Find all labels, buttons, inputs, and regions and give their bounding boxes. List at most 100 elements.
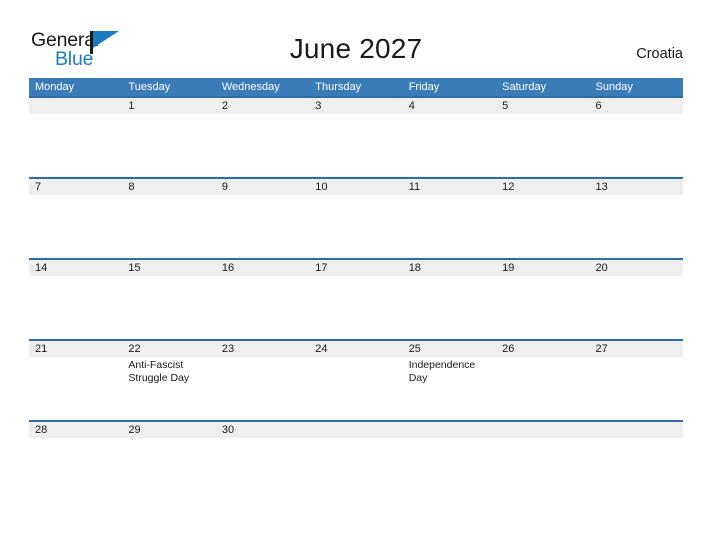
day-number: 2 xyxy=(221,100,228,112)
day-cell-15[interactable]: 15 xyxy=(122,260,215,276)
calendar-week-row: 1 2 3 4 5 6 xyxy=(29,96,683,177)
day-events-empty xyxy=(29,195,122,258)
day-of-week-saturday: Saturday xyxy=(502,81,547,93)
day-events-25[interactable]: Independence Day xyxy=(403,357,496,420)
day-cell-empty xyxy=(29,98,122,114)
day-events-empty xyxy=(496,438,589,501)
day-cell-26[interactable]: 26 xyxy=(496,341,589,357)
day-events-empty xyxy=(590,438,683,501)
day-events-empty xyxy=(309,438,402,501)
week-event-body xyxy=(29,438,683,501)
day-events-empty xyxy=(309,114,402,177)
day-of-week-tuesday: Tuesday xyxy=(128,81,171,93)
day-events-empty xyxy=(403,114,496,177)
day-cell-9[interactable]: 9 xyxy=(216,179,309,195)
day-number: 7 xyxy=(35,181,42,193)
day-number: 28 xyxy=(35,424,48,436)
calendar-week-row: 14 15 16 17 18 19 20 xyxy=(29,258,683,339)
week-date-band: 1 2 3 4 5 6 xyxy=(29,98,683,114)
week-event-body xyxy=(29,195,683,258)
day-number: 15 xyxy=(128,262,141,274)
week-event-body: Anti-Fascist Struggle Day Independence Da… xyxy=(29,357,683,420)
day-cell-empty xyxy=(309,422,402,438)
page-title: June 2027 xyxy=(289,33,423,64)
day-cell-4[interactable]: 4 xyxy=(403,98,496,114)
calendar-week-row: 21 22 23 24 25 26 27 Anti-Fascist Struggle Day I… xyxy=(29,339,683,420)
day-cell-empty xyxy=(590,422,683,438)
day-events-empty xyxy=(496,195,589,258)
day-number: 26 xyxy=(502,343,515,355)
day-events-empty xyxy=(122,438,215,501)
day-cell-1[interactable]: 1 xyxy=(122,98,215,114)
day-cell-7[interactable]: 7 xyxy=(29,179,122,195)
calendar-week-row: 7 8 9 10 11 12 13 xyxy=(29,177,683,258)
day-cell-21[interactable]: 21 xyxy=(29,341,122,357)
day-cell-17[interactable]: 17 xyxy=(309,260,402,276)
day-number: 11 xyxy=(408,181,421,193)
day-events-empty xyxy=(309,195,402,258)
day-number: 17 xyxy=(315,262,328,274)
day-cell-10[interactable]: 10 xyxy=(309,179,402,195)
day-cell-18[interactable]: 18 xyxy=(403,260,496,276)
day-events-empty xyxy=(29,276,122,339)
day-cell-16[interactable]: 16 xyxy=(216,260,309,276)
day-events-empty xyxy=(216,438,309,501)
day-cell-20[interactable]: 20 xyxy=(590,260,683,276)
day-number: 5 xyxy=(502,100,509,112)
day-events-empty xyxy=(496,114,589,177)
day-number: 4 xyxy=(408,100,415,112)
day-cell-24[interactable]: 24 xyxy=(309,341,402,357)
day-events-empty xyxy=(590,195,683,258)
day-number: 27 xyxy=(595,343,608,355)
day-cell-30[interactable]: 30 xyxy=(216,422,309,438)
day-number: 18 xyxy=(408,262,421,274)
day-events-empty xyxy=(309,357,402,420)
day-cell-14[interactable]: 14 xyxy=(29,260,122,276)
day-events-empty xyxy=(590,357,683,420)
day-events-empty xyxy=(29,357,122,420)
day-number: 10 xyxy=(315,181,328,193)
week-date-band: 14 15 16 17 18 19 20 xyxy=(29,260,683,276)
day-cell-22[interactable]: 22 xyxy=(122,341,215,357)
day-number: 12 xyxy=(502,181,515,193)
day-cell-25[interactable]: 25 xyxy=(403,341,496,357)
day-cell-5[interactable]: 5 xyxy=(496,98,589,114)
day-number: 16 xyxy=(221,262,235,274)
day-events-empty xyxy=(122,276,215,339)
day-cell-29[interactable]: 29 xyxy=(122,422,215,438)
day-cell-6[interactable]: 6 xyxy=(590,98,683,114)
day-cell-13[interactable]: 13 xyxy=(590,179,683,195)
day-events-empty xyxy=(29,114,122,177)
day-cell-19[interactable]: 19 xyxy=(496,260,589,276)
week-event-body xyxy=(29,114,683,177)
day-number: 6 xyxy=(595,100,602,112)
day-cell-2[interactable]: 2 xyxy=(216,98,309,114)
day-of-week-friday: Friday xyxy=(408,81,440,93)
day-cell-27[interactable]: 27 xyxy=(590,341,683,357)
day-events-22[interactable]: Anti-Fascist Struggle Day xyxy=(122,357,215,420)
day-cell-28[interactable]: 28 xyxy=(29,422,122,438)
week-date-band: 28 29 30 xyxy=(29,422,683,438)
day-number: 19 xyxy=(502,262,515,274)
page-header: General Blue June 2027 Croatia xyxy=(0,0,712,78)
day-of-week-sunday: Sunday xyxy=(595,81,633,93)
day-events-empty xyxy=(590,114,683,177)
day-cell-3[interactable]: 3 xyxy=(309,98,402,114)
day-events-empty xyxy=(216,114,309,177)
day-events-empty xyxy=(122,114,215,177)
day-of-week-wednesday: Wednesday xyxy=(221,81,280,93)
day-number: 29 xyxy=(128,424,141,436)
day-number: 21 xyxy=(35,343,48,355)
day-number: 25 xyxy=(408,343,421,355)
country-label: Croatia xyxy=(636,46,683,62)
day-cell-11[interactable]: 11 xyxy=(403,179,496,195)
day-events-empty xyxy=(122,195,215,258)
day-cell-12[interactable]: 12 xyxy=(496,179,589,195)
holiday-event-label: Anti-Fascist Struggle Day xyxy=(128,359,190,384)
day-events-empty xyxy=(29,438,122,501)
week-date-band: 21 22 23 24 25 26 27 xyxy=(29,341,683,357)
day-cell-8[interactable]: 8 xyxy=(122,179,215,195)
day-events-empty xyxy=(216,195,309,258)
day-events-empty xyxy=(309,276,402,339)
day-cell-23[interactable]: 23 xyxy=(216,341,309,357)
